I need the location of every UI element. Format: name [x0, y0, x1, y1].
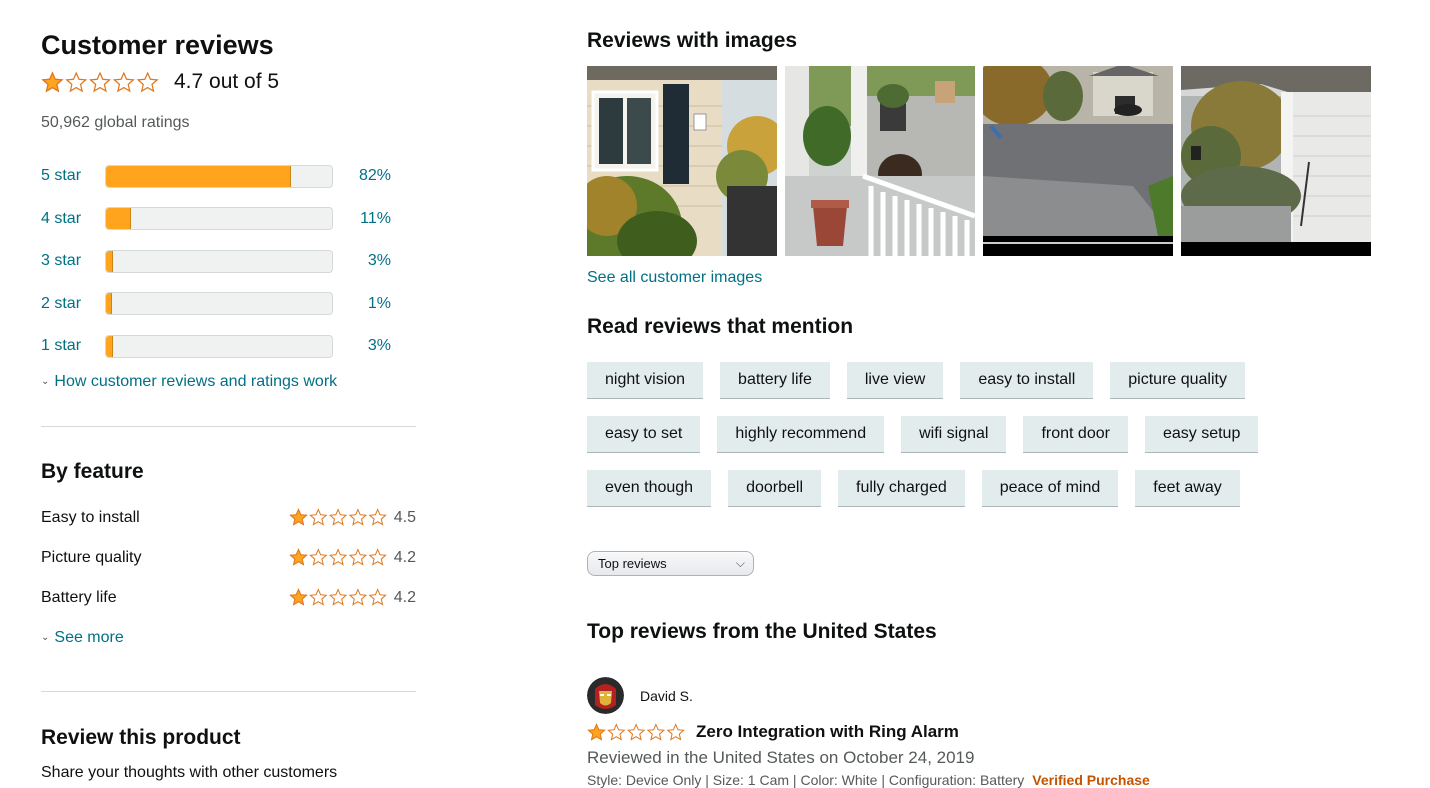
tag-even-though[interactable]: even though [587, 470, 712, 507]
review-headline[interactable]: Zero Integration with Ring Alarm [696, 722, 959, 742]
how-reviews-work-link[interactable]: ⌄ How customer reviews and ratings work [41, 373, 337, 391]
histogram-label[interactable]: 5 star [41, 167, 105, 185]
reviewer-name[interactable]: David S. [640, 688, 693, 704]
read-reviews-mention-title: Read reviews that mention [587, 315, 854, 338]
histogram-bar[interactable] [105, 207, 333, 231]
reviews-with-images-title: Reviews with images [587, 29, 798, 52]
reviewer-profile[interactable]: David S. [587, 677, 693, 714]
sort-selected-value: Top reviews [598, 556, 667, 571]
divider [41, 691, 416, 692]
feature-row-picture-quality: Picture quality 4.2 [41, 548, 416, 567]
histogram-percent[interactable]: 82% [333, 167, 391, 185]
feature-row-easy-to-install: Easy to install 4.5 [41, 508, 416, 527]
feature-stars-icon [289, 548, 388, 567]
chevron-down-icon: ⌄ [41, 376, 50, 387]
histogram-bar[interactable] [105, 292, 333, 316]
share-thoughts-text: Share your thoughts with other customers [41, 764, 338, 781]
histogram-row-1[interactable]: 1 star 3% [41, 325, 391, 368]
review-date: Reviewed in the United States on October… [587, 748, 975, 767]
tag-easy-setup[interactable]: easy setup [1144, 416, 1259, 453]
histogram-percent[interactable]: 1% [333, 295, 391, 313]
overall-rating: 4.7 out of 5 [41, 70, 279, 94]
divider [41, 426, 416, 427]
histogram-fill [106, 250, 113, 272]
tag-row: easy to set highly recommend wifi signal… [587, 416, 1307, 453]
tag-battery-life[interactable]: battery life [720, 362, 830, 399]
feature-row-battery-life: Battery life 4.2 [41, 588, 416, 607]
histogram-row-3[interactable]: 3 star 3% [41, 240, 391, 283]
feature-value: 4.5 [393, 508, 416, 526]
histogram-percent[interactable]: 11% [333, 210, 391, 228]
histogram-fill [106, 208, 131, 230]
histogram-label[interactable]: 3 star [41, 252, 105, 270]
tag-highly-recommend[interactable]: highly recommend [717, 416, 885, 453]
customer-reviews-title: Customer reviews [41, 30, 274, 60]
tag-night-vision[interactable]: night vision [587, 362, 704, 399]
overall-stars-icon [41, 70, 160, 94]
histogram-percent[interactable]: 3% [333, 252, 391, 270]
histogram-row-2[interactable]: 2 star 1% [41, 283, 391, 326]
tag-front-door[interactable]: front door [1023, 416, 1128, 453]
sort-reviews-dropdown[interactable]: Top reviews ⌵ [587, 551, 754, 576]
tag-row: even though doorbell fully charged peace… [587, 470, 1307, 507]
tag-row: night vision battery life live view easy… [587, 362, 1307, 399]
review-image-driveway[interactable] [983, 66, 1173, 256]
rating-histogram: 5 star 82% 4 star 11% 3 star 3% 2 star 1… [41, 155, 391, 368]
histogram-label[interactable]: 4 star [41, 210, 105, 228]
histogram-percent[interactable]: 3% [333, 337, 391, 355]
tag-live-view[interactable]: live view [846, 362, 944, 399]
histogram-fill [106, 335, 113, 357]
by-feature-title: By feature [41, 460, 144, 483]
histogram-row-4[interactable]: 4 star 11% [41, 198, 391, 241]
histogram-fill [106, 165, 292, 187]
top-reviews-title: Top reviews from the United States [587, 620, 937, 643]
feature-stars-icon [289, 508, 388, 527]
chevron-down-icon: ⌵ [735, 556, 745, 570]
histogram-fill [106, 293, 112, 315]
chevron-down-icon: ⌄ [41, 632, 50, 643]
review-variant-meta: Style: Device Only | Size: 1 Cam | Color… [587, 772, 1150, 788]
see-more-label[interactable]: See more [54, 629, 123, 646]
feature-name: Picture quality [41, 548, 142, 566]
review-images-strip [587, 66, 1371, 256]
tag-easy-to-set[interactable]: easy to set [587, 416, 701, 453]
review-title-line: Zero Integration with Ring Alarm [587, 722, 959, 742]
tag-wifi-signal[interactable]: wifi signal [901, 416, 1007, 453]
tag-fully-charged[interactable]: fully charged [838, 470, 965, 507]
feature-stars-icon [289, 588, 388, 607]
review-image-yard[interactable] [1181, 66, 1371, 256]
tag-doorbell[interactable]: doorbell [728, 470, 822, 507]
tag-easy-to-install[interactable]: easy to install [960, 362, 1094, 399]
histogram-row-5[interactable]: 5 star 82% [41, 155, 391, 198]
review-image-porch[interactable] [785, 66, 975, 256]
feature-value: 4.2 [393, 548, 416, 566]
histogram-bar[interactable] [105, 334, 333, 358]
see-more-link[interactable]: ⌄ See more [41, 629, 124, 647]
histogram-bar[interactable] [105, 164, 333, 188]
review-image-house-exterior[interactable] [587, 66, 777, 256]
histogram-bar[interactable] [105, 249, 333, 273]
tag-feet-away[interactable]: feet away [1135, 470, 1240, 507]
global-ratings-count: 50,962 global ratings [41, 114, 190, 131]
avatar[interactable] [587, 677, 624, 714]
rating-text: 4.7 out of 5 [174, 70, 280, 93]
mention-tags: night vision battery life live view easy… [587, 362, 1307, 524]
review-this-product-title: Review this product [41, 726, 241, 749]
histogram-label[interactable]: 2 star [41, 295, 105, 313]
review-stars-icon[interactable] [587, 722, 686, 742]
see-all-customer-images-link[interactable]: See all customer images [587, 269, 762, 287]
feature-name: Battery life [41, 588, 117, 606]
how-reviews-work-label[interactable]: How customer reviews and ratings work [54, 373, 337, 390]
tag-picture-quality[interactable]: picture quality [1110, 362, 1245, 399]
feature-name: Easy to install [41, 508, 140, 526]
tag-peace-of-mind[interactable]: peace of mind [981, 470, 1119, 507]
feature-value: 4.2 [393, 588, 416, 606]
verified-purchase-badge: Verified Purchase [1032, 772, 1150, 788]
review-variant-text[interactable]: Style: Device Only | Size: 1 Cam | Color… [587, 772, 1024, 788]
histogram-label[interactable]: 1 star [41, 337, 105, 355]
